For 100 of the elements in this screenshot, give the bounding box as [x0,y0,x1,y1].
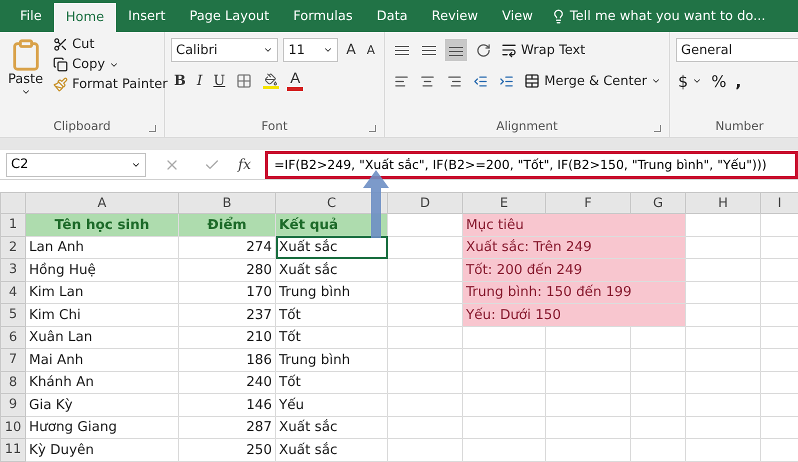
table-cell: Tên học sinh [26,214,178,236]
italic-button[interactable]: I [194,73,206,89]
table-cell: Mục tiêu [462,214,686,236]
table-cell: 274 [178,236,276,258]
copy-button[interactable]: Copy [51,56,170,73]
font-color-button[interactable]: A [287,71,304,91]
row-header[interactable]: 10 [0,416,26,438]
row-header[interactable]: 5 [0,304,26,326]
row-header[interactable]: 11 [0,438,26,461]
table-cell: Điểm [178,214,276,236]
table-cell: 280 [178,258,276,281]
comma-style-button[interactable]: , [733,70,744,92]
table-cell: 287 [178,416,276,438]
table-cell: 240 [178,371,276,394]
column-header[interactable]: A [26,192,178,214]
table-cell: Trung bình [276,281,388,304]
row-header[interactable]: 7 [0,348,26,371]
column-header[interactable]: E [462,192,546,214]
table-cell: Tốt [276,371,388,394]
table-cell: Xuất sắc: Trên 249 [462,236,686,258]
table-cell: Hương Giang [26,416,178,438]
table-cell: Gia Kỳ [26,394,178,416]
row-header[interactable]: 4 [0,281,26,304]
table-cell: Kỳ Duyên [26,438,178,461]
font-name-select[interactable]: Calibri [171,38,278,62]
group-label: Font [261,119,288,133]
scissors-icon [53,37,68,52]
row-header[interactable]: 9 [0,394,26,416]
table-cell: Lan Anh [26,236,178,258]
up-arrow [362,168,390,240]
function-button[interactable]: fx [238,156,252,172]
row-header[interactable]: 1 [0,214,26,236]
table-cell: 186 [178,348,276,371]
cut-button[interactable]: Cut [51,36,170,53]
paintbrush-icon [53,77,68,92]
table-cell: 146 [178,394,276,416]
grow-font-button[interactable]: A [343,42,359,58]
table-cell: Trung bình [276,348,388,371]
table-cell: Mai Anh [26,348,178,371]
underline-button[interactable]: U [210,73,228,89]
table-cell: 237 [178,304,276,326]
number-format-select[interactable]: General [676,38,798,62]
table-cell: Yếu: Dưới 150 [462,304,686,326]
group-label: Clipboard [53,119,111,133]
row-header[interactable]: 2 [0,236,26,258]
ribbon-tab[interactable]: Insert [116,0,178,32]
table-cell: Xuất sắc [276,416,388,438]
table-cell: Kim Lan [26,281,178,304]
column-header[interactable]: H [686,192,760,214]
table-cell: Khánh An [26,371,178,394]
vertical-align-icon [395,46,409,54]
launcher-icon[interactable] [149,125,156,132]
table-cell: Xuất sắc [276,258,388,281]
group-label: Number [715,119,764,133]
launcher-icon[interactable] [654,125,661,132]
tell-me-search[interactable]: Tell me what you want to do... [544,0,766,32]
copy-icon [53,57,68,72]
wrap-text-icon [501,42,517,58]
row-header[interactable]: 8 [0,371,26,394]
table-cell: Tốt: 200 đến 249 [462,258,686,281]
row-header[interactable]: 6 [0,326,26,348]
vertical-align-icon [449,44,463,56]
currency-button[interactable]: $ [676,70,704,92]
column-header[interactable]: D [388,192,462,214]
ribbon-tab[interactable]: Home [54,3,116,32]
launcher-icon[interactable] [369,125,376,132]
table-cell: Xuân Lan [26,326,178,348]
ribbon-tab[interactable]: Review [420,0,490,32]
merge-icon [524,73,540,89]
format-painter-button[interactable]: Format Painter [51,76,170,93]
table-cell: Tốt [276,304,388,326]
row-header[interactable]: 3 [0,258,26,281]
font-size-select[interactable]: 11 [283,38,338,62]
percent-button[interactable]: % [709,70,728,92]
column-header[interactable]: B [178,192,276,214]
column-header[interactable]: F [546,192,630,214]
vertical-align-icon [422,45,436,55]
table-cell: 170 [178,281,276,304]
bold-button[interactable]: B [171,73,189,89]
wrap-text-button[interactable]: Wrap Text [499,41,588,59]
merge-center-button[interactable]: Merge & Center [522,72,663,90]
column-header[interactable]: G [630,192,686,214]
table-cell: 210 [178,326,276,348]
ribbon-tab[interactable]: File [8,0,54,32]
vertical-align-button[interactable] [445,39,467,61]
table-cell: Kim Chi [26,304,178,326]
ribbon-tab[interactable]: Data [364,0,420,32]
column-header[interactable]: C [276,192,388,214]
formula-field[interactable]: =IF(B2>249, "Xuất sắc", IF(B2>=200, "Tốt", IF(B2>150, "Trung bình", "Yếu"))) [265,150,798,178]
selected-cell: Xuất sắc [276,236,388,258]
ribbon-tab[interactable]: View [490,0,545,32]
table-cell: Xuất sắc [276,438,388,461]
name-box[interactable]: C2 [6,152,146,176]
ribbon-tab[interactable]: Formulas [281,0,365,32]
column-header[interactable]: I [760,192,798,214]
table-cell: 250 [178,438,276,461]
paste-button[interactable]: Paste [6,36,46,117]
table-cell: Trung bình: 150 đến 199 [462,281,686,304]
ribbon-tab[interactable]: Page Layout [177,0,282,32]
shrink-font-button[interactable]: A [364,43,378,57]
